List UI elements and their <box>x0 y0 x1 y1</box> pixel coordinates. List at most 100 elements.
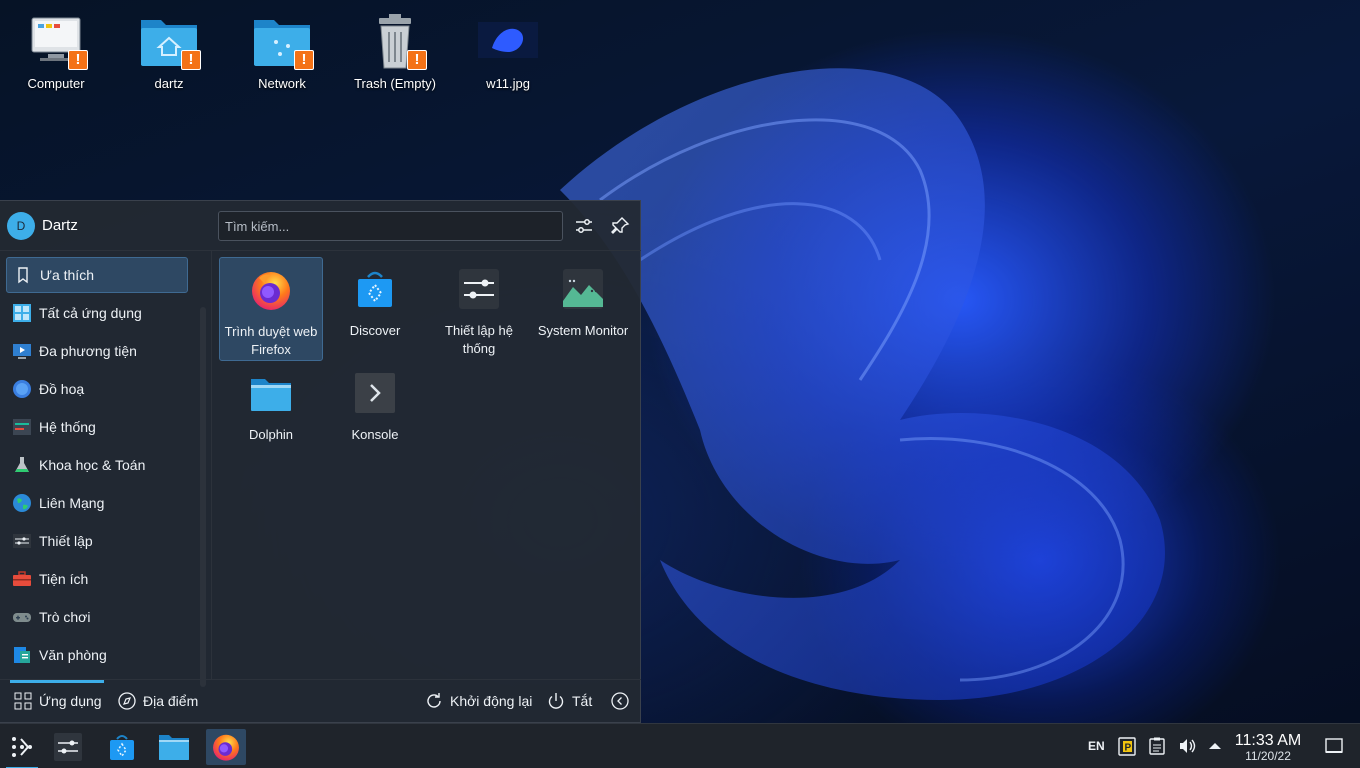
image-file-icon <box>478 22 538 58</box>
firefox-icon <box>252 272 290 310</box>
favorites-grid: Trình duyệt web Firefox Discover Thiết l… <box>213 251 641 679</box>
chevron-up-icon <box>1209 743 1221 749</box>
desktop-icon-network[interactable]: ! Network <box>226 12 338 91</box>
clipboard-tray-button[interactable]: P <box>1117 736 1137 759</box>
pin-button[interactable] <box>608 214 632 238</box>
compass-icon <box>118 692 136 710</box>
desktop-icon-label: w11.jpg <box>486 76 530 91</box>
category-utilities[interactable]: Tiện ích <box>6 561 188 597</box>
clock-date: 11/20/22 <box>1245 749 1291 763</box>
shutdown-label: Tắt <box>572 693 593 709</box>
category-office[interactable]: Văn phòng <box>6 637 188 673</box>
app-launcher-button[interactable] <box>2 729 42 768</box>
app-system-settings[interactable]: Thiết lập hệ thống <box>427 257 531 361</box>
system-monitor-icon <box>563 269 603 309</box>
desktop-icon-trash[interactable]: ! Trash (Empty) <box>339 12 451 91</box>
settings-icon <box>13 534 31 548</box>
discover-icon <box>358 271 392 307</box>
grid-icon <box>14 692 32 710</box>
desktop-icon-label: Computer <box>27 76 85 91</box>
app-label: Dolphin <box>248 427 294 442</box>
search-input[interactable] <box>218 211 563 241</box>
power-icon <box>548 693 564 709</box>
category-label: Tất cả ứng dụng <box>39 305 142 321</box>
show-desktop-icon <box>1325 738 1343 753</box>
volume-tray-button[interactable] <box>1177 736 1197 759</box>
category-label: Hệ thống <box>39 419 96 435</box>
multimedia-icon <box>13 344 31 359</box>
category-all-applications[interactable]: Tất cả ứng dụng <box>6 295 188 331</box>
task-discover[interactable] <box>102 729 142 765</box>
warning-icon: ! <box>407 50 427 70</box>
category-internet[interactable]: Liên Mạng <box>6 485 188 521</box>
desktop-icon-dartz[interactable]: ! dartz <box>113 12 225 91</box>
app-launcher-icon <box>12 737 32 757</box>
sliders-icon <box>576 219 592 233</box>
category-label: Trò chơi <box>39 609 91 625</box>
taskbar: EN P 11:33 AM 11/20/22 <box>0 723 1360 768</box>
launcher-header: D Dartz <box>0 201 641 251</box>
category-multimedia[interactable]: Đa phương tiện <box>6 333 188 369</box>
desktop-icon-label: Network <box>258 76 306 91</box>
application-launcher: D Dartz Ưa thích Tất cả ứng dụng <box>0 200 641 723</box>
graphics-icon <box>13 380 31 398</box>
restart-button[interactable]: Khởi động lại <box>425 692 532 710</box>
system-icon <box>13 419 31 435</box>
configure-button[interactable] <box>572 214 596 238</box>
app-label: Discover <box>349 323 401 338</box>
app-firefox[interactable]: Trình duyệt web Firefox <box>219 257 323 361</box>
warning-icon: ! <box>181 50 201 70</box>
app-label: Thiết lập hệ thống <box>445 323 513 356</box>
user-name: Dartz <box>42 217 78 234</box>
utilities-icon <box>13 571 31 586</box>
all-apps-icon <box>13 304 31 322</box>
tab-label: Địa điểm <box>143 693 199 709</box>
launcher-footer: Ứng dụng Địa điểm Khởi động lại Tắt <box>0 679 641 724</box>
app-dolphin[interactable]: Dolphin <box>219 361 323 465</box>
desktop-icon-label: dartz <box>154 76 184 91</box>
tab-places[interactable]: Địa điểm <box>118 692 198 710</box>
category-label: Tiện ích <box>39 571 89 587</box>
app-konsole[interactable]: Konsole <box>323 361 427 465</box>
desktop-icon-w11-jpg[interactable]: w11.jpg <box>452 12 564 91</box>
parking-icon: P <box>1118 737 1136 756</box>
category-games[interactable]: Trò chơi <box>6 599 188 635</box>
category-science-math[interactable]: Khoa học & Toán <box>6 447 188 483</box>
app-label: Konsole <box>351 427 399 442</box>
category-label: Đồ hoạ <box>39 381 85 397</box>
sidebar-scrollbar[interactable] <box>200 307 206 687</box>
desktop-icon-computer[interactable]: ! Computer <box>0 12 112 91</box>
category-graphics[interactable]: Đồ hoạ <box>6 371 188 407</box>
notes-tray-button[interactable] <box>1147 736 1167 759</box>
keyboard-layout-indicator[interactable]: EN <box>1088 739 1105 753</box>
speaker-icon <box>1180 739 1196 753</box>
desktop-icon-label: Trash (Empty) <box>354 76 436 91</box>
category-label: Đa phương tiện <box>39 343 137 359</box>
category-system[interactable]: Hệ thống <box>6 409 188 445</box>
more-session-options-button[interactable] <box>611 692 636 710</box>
task-firefox[interactable] <box>206 729 246 765</box>
shutdown-button[interactable]: Tắt <box>547 692 592 710</box>
app-system-monitor[interactable]: System Monitor <box>531 257 635 361</box>
avatar[interactable]: D <box>7 212 35 240</box>
science-icon <box>15 457 29 472</box>
category-favorites[interactable]: Ưa thích <box>6 257 188 293</box>
task-dolphin[interactable] <box>154 729 194 765</box>
app-label: System Monitor <box>537 323 629 338</box>
clipboard-icon <box>1149 737 1165 755</box>
warning-icon: ! <box>68 50 88 70</box>
restart-label: Khởi động lại <box>450 693 533 709</box>
category-label: Thiết lập <box>39 533 93 549</box>
show-hidden-icons-button[interactable] <box>1207 738 1223 757</box>
app-label: Trình duyệt web Firefox <box>224 324 318 357</box>
show-desktop-button[interactable] <box>1324 737 1344 758</box>
category-label: Liên Mạng <box>39 495 105 511</box>
internet-icon <box>13 494 31 512</box>
task-system-settings[interactable] <box>48 729 88 765</box>
system-settings-icon <box>54 733 82 761</box>
category-settings[interactable]: Thiết lập <box>6 523 188 559</box>
tab-applications[interactable]: Ứng dụng <box>14 692 102 710</box>
app-discover[interactable]: Discover <box>323 257 427 361</box>
restart-icon <box>427 693 441 708</box>
digital-clock[interactable]: 11:33 AM 11/20/22 <box>1232 732 1304 763</box>
